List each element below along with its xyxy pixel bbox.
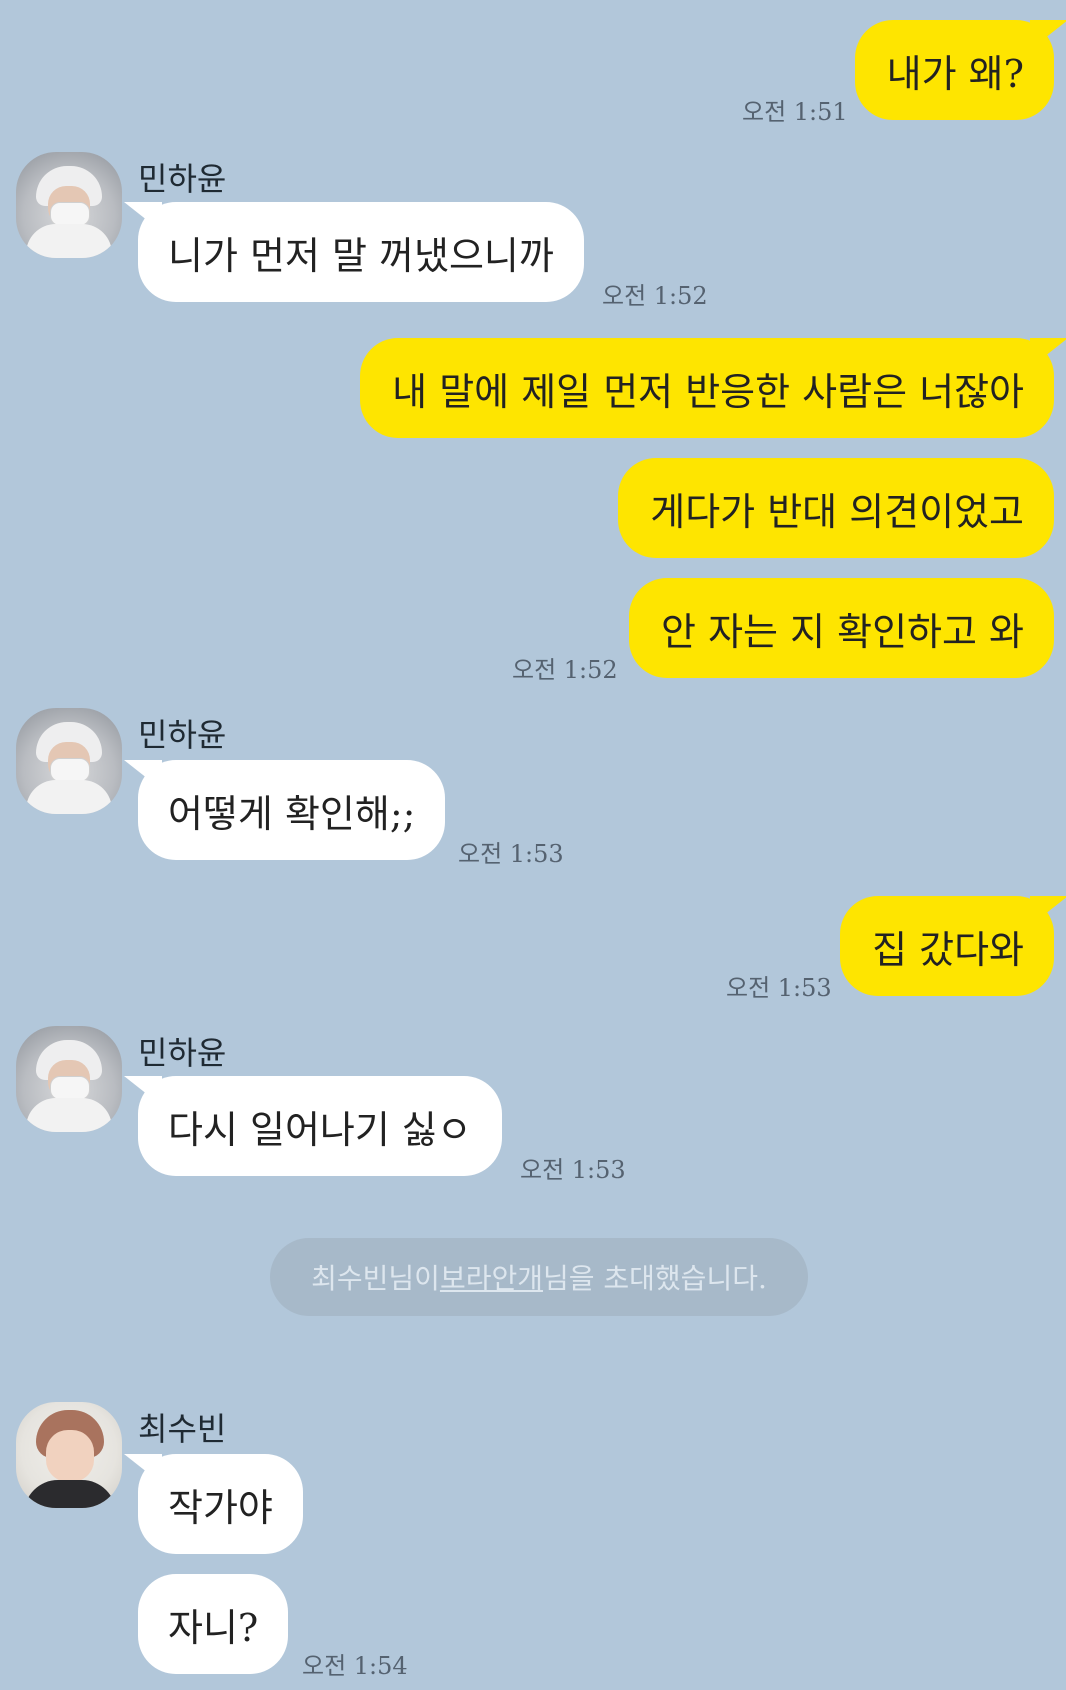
message-text: 자니? [168,1605,259,1650]
message-time: 오전 1:53 [520,1156,626,1184]
message-text: 내 말에 제일 먼저 반응한 사람은 너잖아 [392,369,1024,414]
system-notice: 최수빈님이 보라안개 님을 초대했습니다. [270,1238,808,1316]
message-text: 집 갔다와 [872,927,1024,972]
message-time: 오전 1:51 [742,98,848,126]
their-message-bubble[interactable]: 니가 먼저 말 꺼냈으니까 [124,202,584,302]
system-notice-text: 님을 초대했습니다. [542,1262,767,1295]
system-notice-text: 최수빈님이 [311,1262,440,1295]
my-message-bubble[interactable]: 내 말에 제일 먼저 반응한 사람은 너잖아 [360,338,1066,438]
invited-user-link[interactable]: 보라안개 [440,1257,543,1297]
message-time: 오전 1:52 [512,656,618,684]
my-message-bubble[interactable]: 집 갔다와 [840,896,1066,996]
sender-name: 민하윤 [138,160,227,198]
profile-avatar[interactable] [16,708,122,814]
their-message-bubble[interactable]: 자니? [138,1574,289,1674]
my-message-bubble[interactable]: 안 자는 지 확인하고 와 [629,578,1054,678]
sender-name: 최수빈 [138,1410,227,1448]
my-message-bubble[interactable]: 게다가 반대 의견이었고 [618,458,1054,558]
message-text: 안 자는 지 확인하고 와 [661,609,1024,654]
their-message-bubble[interactable]: 다시 일어나기 싫ㅇ [124,1076,502,1176]
message-text: 작가야 [168,1485,273,1530]
profile-avatar[interactable] [16,152,122,258]
their-message-bubble[interactable]: 작가야 [124,1454,303,1554]
profile-avatar[interactable] [16,1402,122,1508]
their-message-bubble[interactable]: 어떻게 확인해;; [123,760,446,860]
message-time: 오전 1:53 [458,840,564,868]
message-text: 게다가 반대 의견이었고 [650,489,1024,534]
message-text: 다시 일어나기 싫ㅇ [168,1107,472,1152]
message-text: 어떻게 확인해;; [168,791,416,836]
sender-name: 민하윤 [138,716,227,754]
sender-name: 민하윤 [138,1034,227,1072]
message-time: 오전 1:53 [726,974,832,1002]
my-message-bubble[interactable]: 내가 왜? [854,20,1066,120]
message-time: 오전 1:52 [602,282,708,310]
chat-room: 내가 왜? 오전 1:51 민하윤 니가 먼저 말 꺼냈으니까 오전 1:52 … [0,0,1066,1690]
profile-avatar[interactable] [16,1026,122,1132]
message-time: 오전 1:54 [302,1652,408,1680]
message-text: 내가 왜? [886,51,1024,96]
message-text: 니가 먼저 말 꺼냈으니까 [168,233,554,278]
